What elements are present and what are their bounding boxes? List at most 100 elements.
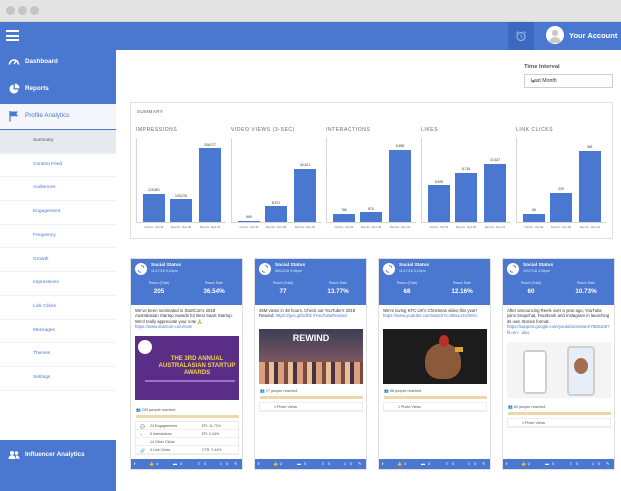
post-date: 08/12/18 9:46pm: [275, 269, 302, 273]
submenu-engagement[interactable]: Engagement: [0, 201, 116, 225]
reach-total-value: 205: [153, 288, 165, 295]
sidebar-item-competitor-analytics[interactable]: Competitor Analytics: [0, 417, 116, 442]
chart-bar[interactable]: [199, 148, 221, 222]
user-avatar[interactable]: [546, 26, 564, 44]
post-body: We're loving KFC UK's Christmas video th…: [383, 308, 477, 313]
chart-bar[interactable]: [389, 149, 411, 222]
pin-icon[interactable]: ✎: [358, 461, 361, 466]
sidebar-item-profile-analytics[interactable]: Profile Analytics: [0, 104, 116, 129]
chart-bar[interactable]: [360, 212, 382, 222]
reach-rate-label: Reach Rate: [577, 281, 595, 285]
facebook-icon[interactable]: f: [258, 461, 259, 466]
post-image[interactable]: REWIND: [259, 329, 363, 384]
chart-bar[interactable]: [238, 220, 260, 222]
chart-bar[interactable]: [579, 150, 601, 222]
summary-title: SUMMARY: [137, 109, 164, 114]
chart-bar[interactable]: [455, 172, 477, 222]
sidebar-item-label: Profile Analytics: [25, 112, 70, 119]
bar-value-label: 874: [368, 206, 374, 211]
post-link[interactable]: https://www.youtube.com/watch?v=B8xLvJUX…: [383, 313, 478, 318]
people-reached: 👥 205 people reached: [136, 407, 175, 412]
submenu-messages[interactable]: Messages: [0, 320, 116, 344]
submenu-themes[interactable]: Themes: [0, 343, 116, 367]
facebook-icon[interactable]: f: [506, 461, 507, 466]
your-account-link[interactable]: Your Account: [569, 31, 617, 40]
chart-bar[interactable]: [523, 213, 545, 222]
reaction-count: 0: [598, 461, 601, 466]
post-image[interactable]: THE 3RD ANNUAL AUSTRALASIAN STARTUP AWAR…: [135, 336, 239, 400]
post-card[interactable]: Social Status 12/17/18 4:36pm Reach (Total…: [502, 258, 615, 470]
alarm-clock-icon[interactable]: [508, 22, 534, 50]
submenu-summary[interactable]: Summary: [0, 130, 116, 154]
post-link[interactable]: https://goo.gl/bcfbk #YouTubeRewind: [276, 313, 347, 318]
submenu-frequency[interactable]: Frequency: [0, 225, 116, 249]
pin-icon[interactable]: ✎: [482, 461, 485, 466]
like-count: 3: [404, 461, 407, 466]
submenu-content-feed[interactable]: Content Feed: [0, 154, 116, 178]
chart-panel: INTERACTIONS 766 Oct 01 - Oct 31 874 Nov 01 …: [326, 127, 418, 231]
hamburger-menu-icon[interactable]: [6, 30, 19, 41]
submenu-label: Audiences: [33, 185, 56, 191]
x-tick-label: Dec 01 - Dec 31: [579, 225, 601, 229]
post-text: We've been nominated in StartCon's 2018 …: [135, 308, 239, 330]
chart-bar[interactable]: [550, 192, 572, 222]
post-card[interactable]: Social Status 08/12/18 9:46pm Reach (Total…: [254, 258, 367, 470]
chart-bar[interactable]: [265, 206, 287, 222]
reach-total-label: Reach (Total): [272, 281, 294, 285]
post-card[interactable]: Social Status 11/17/18 9:34pm Reach (Total…: [130, 258, 243, 470]
post-body: After announcing Reels over a year ago, …: [507, 308, 610, 324]
reach-rate-value: 36.54%: [203, 288, 225, 295]
post-link[interactable]: https://www.startcon.com/vote: [135, 324, 192, 329]
pin-icon[interactable]: ✎: [234, 461, 237, 466]
chart-bar[interactable]: [484, 163, 506, 222]
pin-icon[interactable]: ✎: [606, 461, 609, 466]
time-interval-select[interactable]: Last Month ▼: [524, 74, 613, 88]
chart-bar[interactable]: [170, 199, 192, 222]
facebook-icon[interactable]: f: [134, 461, 135, 466]
post-header: Social Status 12/17/18 4:36pm Reach (Total…: [503, 259, 614, 305]
stat-value: ER: 11.71%: [202, 424, 221, 428]
users-icon: [8, 451, 20, 459]
post-stats-table: 1 Photo Views: [259, 402, 363, 412]
reach-rate-value: 10.73%: [575, 288, 597, 295]
comment-count: 0: [552, 461, 555, 466]
reach-progress-bar: [260, 396, 363, 399]
chart-plot-area: 65 Oct 01 - Oct 31 229 Nov 01 - Nov 30 561 De…: [516, 138, 606, 229]
chart-bar[interactable]: [333, 213, 355, 222]
reaction-count: 0: [226, 461, 229, 466]
post-stat-row: ↕ 5 Interactions ER: 2.44%: [136, 430, 238, 438]
window-close-button[interactable]: [6, 6, 15, 15]
people-reached-label: 60 people reached: [513, 405, 546, 409]
post-image[interactable]: [383, 329, 487, 384]
chart-bar[interactable]: [428, 185, 450, 222]
sidebar-item-dashboard[interactable]: Dashboard: [0, 50, 116, 75]
people-reached: 👥 68 people reached: [384, 388, 421, 393]
post-link[interactable]: https://support.google.com/youtube/answe…: [507, 324, 609, 334]
submenu-growth[interactable]: Growth: [0, 249, 116, 273]
submenu-label: Themes: [33, 351, 51, 357]
x-tick-label: Nov 01 - Nov 30: [455, 225, 477, 229]
submenu-settings[interactable]: Settings: [0, 367, 116, 391]
submenu-impressions[interactable]: Impressions: [0, 272, 116, 296]
chart-title: VIDEO VIEWS (3-SEC): [231, 127, 295, 133]
chart-panel: VIDEO VIEWS (3-SEC) 669 Oct 01 - Oct 31 8,9…: [231, 127, 323, 231]
bar-value-label: 6,529: [434, 179, 444, 184]
post-stats-table: 1 Photo Views: [507, 418, 611, 428]
post-stat-row: 14 Other Clicks: [136, 438, 238, 446]
post-image[interactable]: [507, 342, 611, 398]
submenu-audiences[interactable]: Audiences: [0, 177, 116, 202]
sidebar-item-influencer-analytics[interactable]: Influencer Analytics: [0, 443, 116, 468]
sidebar-item-reports[interactable]: Reports: [0, 77, 116, 102]
post-author: Social Status: [151, 263, 182, 268]
window-maximize-button[interactable]: [30, 6, 39, 15]
post-card[interactable]: Social Status 11/17/18 3:23pm Reach (Total…: [378, 258, 491, 470]
submenu-link-clicks[interactable]: Link Clicks: [0, 296, 116, 320]
time-interval-label: Time Interval: [524, 64, 560, 70]
facebook-icon[interactable]: f: [382, 461, 383, 466]
chart-title: IMPRESSIONS: [136, 127, 178, 133]
chart-bar[interactable]: [294, 168, 316, 222]
chart-bar[interactable]: [143, 193, 165, 222]
sidebar-item-ads-analytics[interactable]: Ads Analytics: [0, 391, 116, 416]
window-minimize-button[interactable]: [18, 6, 27, 15]
comment-icon: ▬: [297, 461, 301, 466]
